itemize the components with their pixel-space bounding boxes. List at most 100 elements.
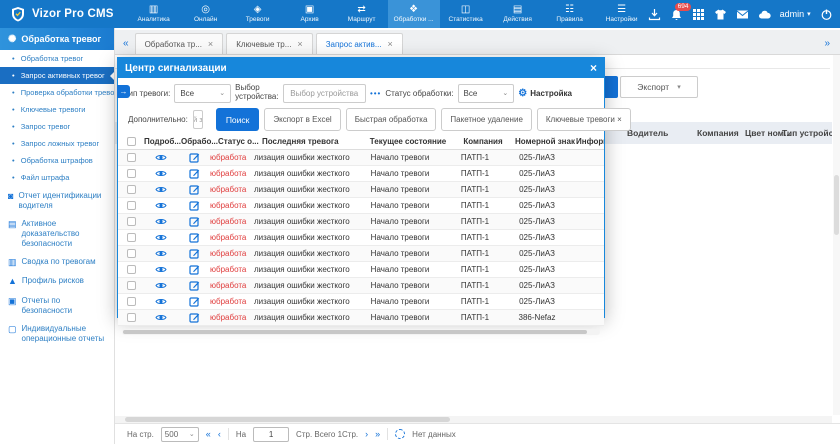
- row-checkbox[interactable]: [127, 185, 136, 194]
- edit-icon[interactable]: [189, 200, 200, 211]
- table-row[interactable]: юбработа лизация ошибки жесткого Начало …: [118, 214, 604, 230]
- table-row[interactable]: юбработа лизация ошибки жесткого Начало …: [118, 278, 604, 294]
- table-row[interactable]: юбработа лизация ошибки жесткого Начало …: [118, 246, 604, 262]
- row-checkbox[interactable]: [127, 249, 136, 258]
- top-nav-item[interactable]: ▥ Аналитика: [128, 0, 180, 28]
- tab[interactable]: Ключевые тр... ×: [226, 33, 313, 54]
- apps-grid-icon[interactable]: [692, 8, 705, 21]
- vertical-scrollbar-thumb[interactable]: [834, 175, 839, 235]
- sidebar-group-alarm-processing[interactable]: ✺ Обработка тревог: [0, 28, 114, 50]
- vertical-scrollbar[interactable]: [833, 55, 840, 415]
- table-row[interactable]: юбработа лизация ошибки жесткого Начало …: [118, 166, 604, 182]
- eye-icon[interactable]: [155, 297, 167, 306]
- edit-icon[interactable]: [189, 232, 200, 243]
- sidebar-item[interactable]: Проверка обработки тревог: [0, 84, 114, 101]
- row-checkbox[interactable]: [127, 169, 136, 178]
- search-button[interactable]: Поиск: [216, 108, 260, 131]
- prev-page-icon[interactable]: ‹: [218, 429, 221, 439]
- top-nav-item[interactable]: ▤ Действия: [492, 0, 544, 28]
- top-nav-item[interactable]: ⇄ Маршрут: [336, 0, 388, 28]
- sidebar-module-item[interactable]: ▤ Активное доказательство безопасности: [0, 214, 114, 252]
- eye-icon[interactable]: [155, 265, 167, 274]
- edit-icon[interactable]: [189, 312, 200, 323]
- sidebar-module-item[interactable]: ▢ Индивидуальные операционные отчеты: [0, 319, 114, 347]
- last-page-icon[interactable]: »: [375, 429, 380, 439]
- sidebar-module-item[interactable]: ▲ Профиль рисков: [0, 271, 114, 290]
- select-all-checkbox[interactable]: [127, 137, 136, 146]
- modal-scrollbar-thumb[interactable]: [123, 330, 587, 334]
- eye-icon[interactable]: [155, 233, 167, 242]
- row-checkbox[interactable]: [127, 233, 136, 242]
- page-number-input[interactable]: 1: [253, 427, 289, 442]
- table-row[interactable]: юбработа лизация ошибки жесткого Начало …: [118, 182, 604, 198]
- table-row[interactable]: юбработа лизация ошибки жесткого Начало …: [118, 150, 604, 166]
- sidebar-module-item[interactable]: ▣ Отчеты по безопасности: [0, 291, 114, 319]
- device-select-input[interactable]: Выбор устройства: [283, 84, 366, 103]
- eye-icon[interactable]: [155, 185, 167, 194]
- table-row[interactable]: юбработа лизация ошибки жесткого Начало …: [118, 310, 604, 326]
- settings-button[interactable]: ⚙ Настройка: [518, 88, 598, 99]
- export-dropdown-button[interactable]: Экспорт ▾: [620, 76, 698, 98]
- edit-icon[interactable]: [189, 168, 200, 179]
- sidebar-module-item[interactable]: ▥ Сводка по тревогам: [0, 252, 114, 271]
- per-page-select[interactable]: 500 ⌄: [161, 427, 199, 442]
- top-nav-item[interactable]: ◈ Тревоги: [232, 0, 284, 28]
- modal-header[interactable]: Центр сигнализации ×: [118, 58, 604, 78]
- horizontal-scrollbar[interactable]: [115, 416, 832, 423]
- row-checkbox[interactable]: [127, 313, 136, 322]
- tab-close-icon[interactable]: ×: [297, 39, 302, 49]
- alarm-type-select[interactable]: Все ⌄: [174, 84, 231, 103]
- sidebar-module-item[interactable]: ◙ Отчет идентификации водителя: [0, 186, 114, 214]
- key-alarms-chip[interactable]: Ключевые тревоги ×: [537, 108, 631, 131]
- row-checkbox[interactable]: [127, 201, 136, 210]
- quick-process-button[interactable]: Быстрая обработка: [346, 108, 437, 131]
- close-icon[interactable]: ×: [590, 61, 597, 75]
- eye-icon[interactable]: [155, 217, 167, 226]
- horizontal-scrollbar-thumb[interactable]: [125, 417, 450, 422]
- top-nav-item[interactable]: ❖ Обработки ...: [388, 0, 440, 28]
- extra-filter-input[interactable]: Номерной знак/Комп: [193, 110, 203, 129]
- cloud-icon[interactable]: [758, 8, 771, 21]
- shirt-icon[interactable]: [714, 8, 727, 21]
- eye-icon[interactable]: [155, 249, 167, 258]
- edit-icon[interactable]: [189, 280, 200, 291]
- tab[interactable]: Запрос актив... ×: [316, 33, 403, 54]
- eye-icon[interactable]: [155, 281, 167, 290]
- refresh-icon[interactable]: [395, 429, 405, 439]
- tab[interactable]: Обработка тр... ×: [135, 33, 224, 54]
- row-checkbox[interactable]: [127, 265, 136, 274]
- row-checkbox[interactable]: [127, 297, 136, 306]
- tab-close-icon[interactable]: ×: [388, 39, 393, 49]
- top-nav-item[interactable]: ◫ Статистика: [440, 0, 492, 28]
- modal-horizontal-scrollbar[interactable]: [122, 329, 600, 335]
- edit-icon[interactable]: [189, 152, 200, 163]
- top-nav-item[interactable]: ▣ Архив: [284, 0, 336, 28]
- sidebar-item[interactable]: Файл штрафа: [0, 169, 114, 186]
- power-icon[interactable]: [820, 8, 833, 21]
- edit-icon[interactable]: [189, 248, 200, 259]
- edit-icon[interactable]: [189, 296, 200, 307]
- row-checkbox[interactable]: [127, 281, 136, 290]
- edit-icon[interactable]: [189, 216, 200, 227]
- eye-icon[interactable]: [155, 153, 167, 162]
- tab-close-icon[interactable]: ×: [208, 39, 213, 49]
- download-icon[interactable]: [648, 8, 661, 21]
- tabs-scroll-left-icon[interactable]: «: [115, 38, 135, 54]
- export-excel-button[interactable]: Экспорт в Excel: [264, 108, 340, 131]
- next-page-icon[interactable]: ›: [365, 429, 368, 439]
- eye-icon[interactable]: [155, 313, 167, 322]
- collapse-arrow-button[interactable]: →: [117, 85, 130, 98]
- batch-delete-button[interactable]: Пакетное удаление: [441, 108, 531, 131]
- row-checkbox[interactable]: [127, 217, 136, 226]
- sidebar-item[interactable]: Обработка штрафов: [0, 152, 114, 169]
- user-menu[interactable]: admin ▾: [780, 9, 811, 19]
- top-nav-item[interactable]: ☰ Настройки: [596, 0, 648, 28]
- table-row[interactable]: юбработа лизация ошибки жесткого Начало …: [118, 198, 604, 214]
- edit-icon[interactable]: [189, 264, 200, 275]
- device-more-icon[interactable]: •••: [370, 89, 381, 98]
- eye-icon[interactable]: [155, 169, 167, 178]
- table-row[interactable]: юбработа лизация ошибки жесткого Начало …: [118, 294, 604, 310]
- top-nav-item[interactable]: ☷ Правила: [544, 0, 596, 28]
- mail-icon[interactable]: [736, 8, 749, 21]
- sidebar-item[interactable]: Обработка тревог: [0, 50, 114, 67]
